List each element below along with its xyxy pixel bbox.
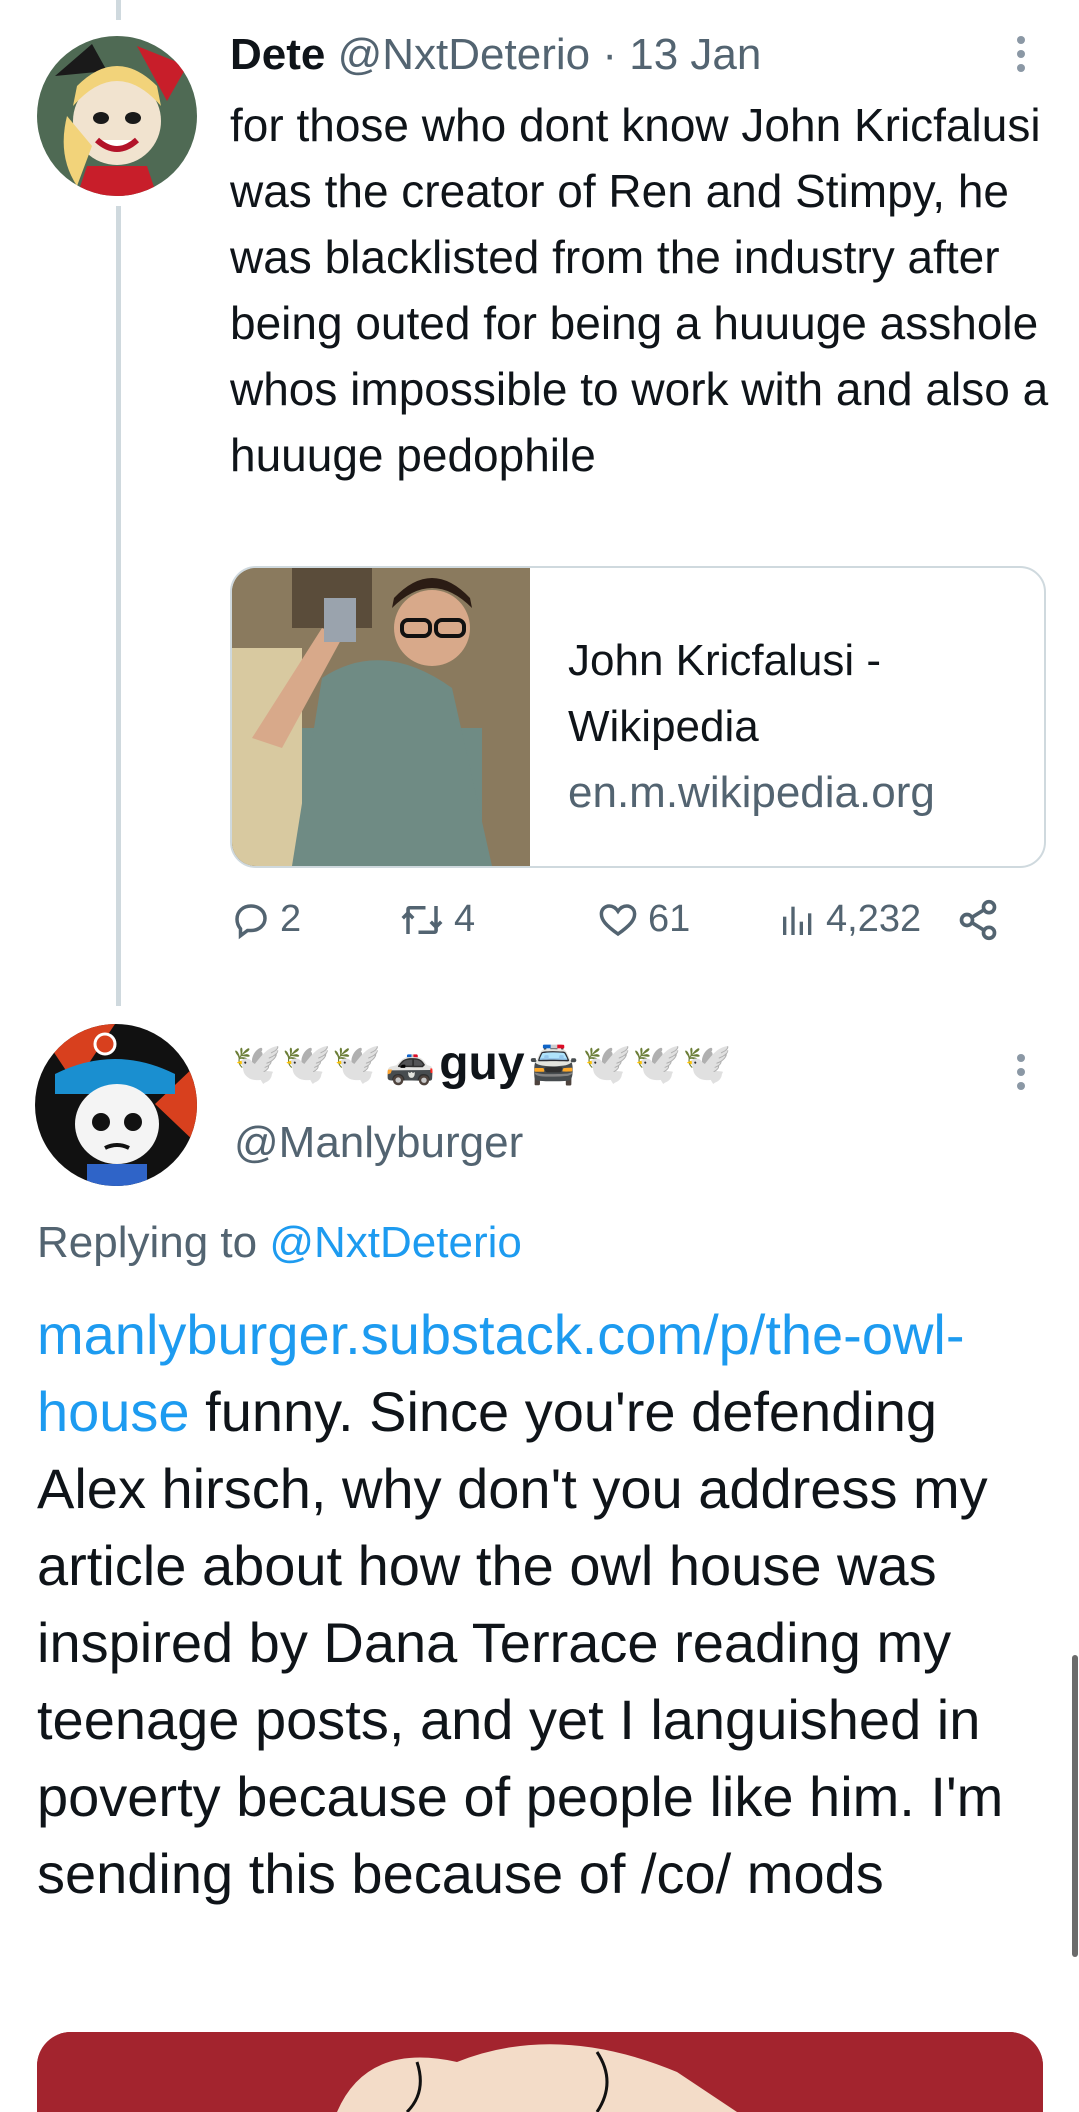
repost-arrows-icon bbox=[401, 905, 443, 934]
author-name[interactable]: Dete bbox=[230, 30, 325, 79]
share-button[interactable] bbox=[956, 898, 1000, 942]
repost-button[interactable]: 4 bbox=[398, 898, 475, 941]
link-card-domain: en.m.wikipedia.org bbox=[568, 768, 935, 817]
more-options-icon[interactable] bbox=[1016, 36, 1026, 78]
share-nodes-icon bbox=[959, 899, 997, 941]
author-name[interactable]: 🕊️🕊️🕊️ 🚓 guy 🚔 🕊️🕊️🕊️ bbox=[232, 1036, 732, 1091]
repost-count: 4 bbox=[454, 898, 476, 940]
tweet-date[interactable]: 13 Jan bbox=[629, 30, 761, 79]
link-card-thumbnail bbox=[232, 568, 530, 866]
bar-chart-icon bbox=[783, 906, 812, 935]
police-car-emoji: 🚓 bbox=[385, 1042, 436, 1086]
author-handle[interactable]: @Manlyburger bbox=[234, 1118, 523, 1168]
link-card-text: John Kricfalusi - Wikipedia en.m.wikiped… bbox=[568, 628, 1028, 826]
like-button[interactable]: 61 bbox=[596, 898, 690, 941]
reply-button[interactable]: 2 bbox=[230, 898, 301, 941]
author-handle[interactable]: @NxtDeterio bbox=[338, 30, 591, 79]
action-bar: 2 4 61 4,232 bbox=[230, 898, 1030, 958]
tweet-text: for those who dont know John Kricfalusi … bbox=[230, 99, 1049, 481]
views-count: 4,232 bbox=[826, 898, 922, 940]
dove-emoji: 🕊️🕊️🕊️ bbox=[582, 1042, 732, 1086]
scrollbar[interactable] bbox=[1072, 1655, 1078, 1957]
replying-to: Replying to @NxtDeterio bbox=[37, 1218, 522, 1268]
thread-connector bbox=[116, 206, 121, 1006]
dove-emoji: 🕊️🕊️🕊️ bbox=[232, 1042, 382, 1086]
speech-bubble-icon bbox=[235, 903, 267, 939]
like-count: 61 bbox=[648, 898, 691, 940]
avatar-dete[interactable] bbox=[37, 36, 197, 196]
replying-mention[interactable]: @NxtDeterio bbox=[269, 1218, 522, 1267]
oncoming-police-car-emoji: 🚔 bbox=[528, 1042, 579, 1086]
tweet-header: Dete @NxtDeterio · 13 Jan bbox=[230, 28, 761, 82]
link-card[interactable]: John Kricfalusi - Wikipedia en.m.wikiped… bbox=[230, 566, 1046, 868]
avatar-manlyburger[interactable] bbox=[35, 1024, 197, 1186]
meta-separator: · bbox=[590, 30, 630, 79]
author-name-text: guy bbox=[439, 1037, 525, 1090]
tweet-text-body: funny. Since you're defending Alex hirsc… bbox=[37, 1380, 1004, 1905]
media-attachment[interactable] bbox=[37, 2032, 1043, 2112]
link-card-title: John Kricfalusi - Wikipedia bbox=[568, 636, 882, 751]
reply-count: 2 bbox=[280, 898, 302, 940]
more-options-icon[interactable] bbox=[1016, 1054, 1026, 1096]
views-button[interactable]: 4,232 bbox=[778, 898, 921, 941]
heart-icon bbox=[599, 903, 637, 936]
tweet-text: manlyburger.substack.com/p/the-owl-house… bbox=[37, 1296, 1047, 1912]
thread-line-top bbox=[116, 0, 121, 20]
replying-prefix: Replying to bbox=[37, 1218, 270, 1267]
